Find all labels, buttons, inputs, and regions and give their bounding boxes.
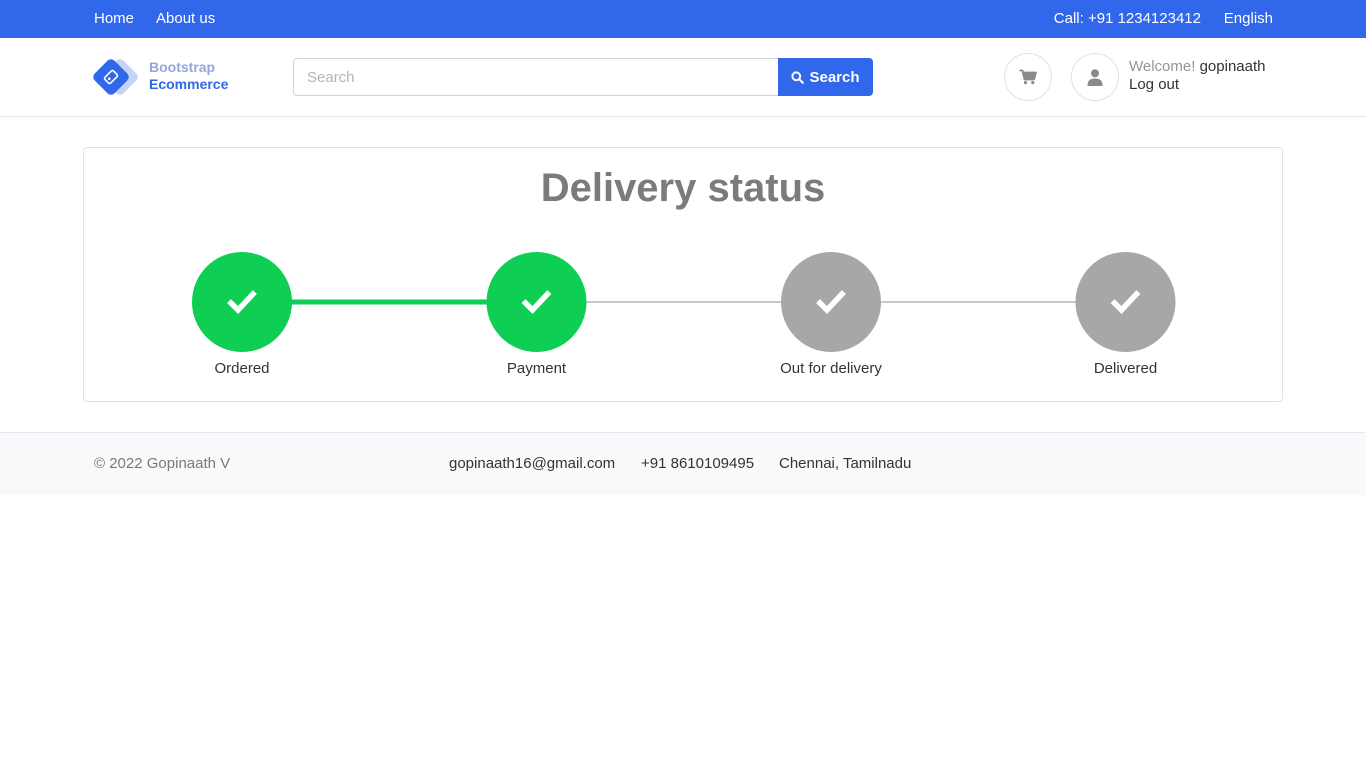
search-icon <box>791 70 805 84</box>
top-bar: Home About us Call: +91 1234123412 Engli… <box>0 0 1366 38</box>
welcome-label: Welcome! <box>1129 58 1196 75</box>
search-form: Search <box>293 58 873 96</box>
step-label: Ordered <box>214 360 270 377</box>
search-button[interactable]: Search <box>778 58 873 96</box>
cart-button[interactable] <box>1004 53 1052 101</box>
step-label: Delivered <box>1093 360 1158 377</box>
step-payment-marker <box>486 252 587 352</box>
search-button-label: Search <box>809 68 860 86</box>
delivery-status-card: Delivery status Ordered Payment Out for de… <box>83 147 1283 402</box>
step-label: Out for delivery <box>780 360 882 377</box>
copyright-text: © 2022 Gopinaath V <box>94 455 231 472</box>
step-label: Payment <box>506 360 567 377</box>
user-avatar-button[interactable] <box>1071 53 1119 101</box>
step-delivered-marker <box>1075 252 1176 352</box>
nav-about-link[interactable]: About us <box>156 0 215 38</box>
brand-name-line1: Bootstrap <box>149 59 216 75</box>
call-link[interactable]: Call: +91 1234123412 <box>1054 0 1201 38</box>
footer: © 2022 Gopinaath V gopinaath16@gmail.com… <box>0 432 1366 495</box>
step-ordered-marker <box>192 252 292 352</box>
language-selector[interactable]: English <box>1224 0 1273 38</box>
footer-phone: +91 8610109495 <box>641 455 755 472</box>
footer-email: gopinaath16@gmail.com <box>449 455 616 472</box>
user-icon <box>1087 68 1103 86</box>
username: gopinaath <box>1199 58 1266 75</box>
footer-location: Chennai, Tamilnadu <box>779 455 912 472</box>
search-input[interactable] <box>293 58 779 96</box>
brand-logo-icon <box>93 59 138 95</box>
nav-home-link[interactable]: Home <box>94 0 134 38</box>
brand-name-line2: Ecommerce <box>149 76 229 92</box>
brand-logo[interactable]: Bootstrap Ecommerce <box>92 56 242 98</box>
step-out-for-delivery-marker <box>781 252 881 352</box>
header: Bootstrap Ecommerce Search Welcome! gopi <box>0 38 1366 117</box>
shopping-cart-icon <box>1019 69 1037 85</box>
user-greeting: Welcome! gopinaath Log out <box>1129 58 1266 94</box>
logout-link[interactable]: Log out <box>1129 76 1266 94</box>
